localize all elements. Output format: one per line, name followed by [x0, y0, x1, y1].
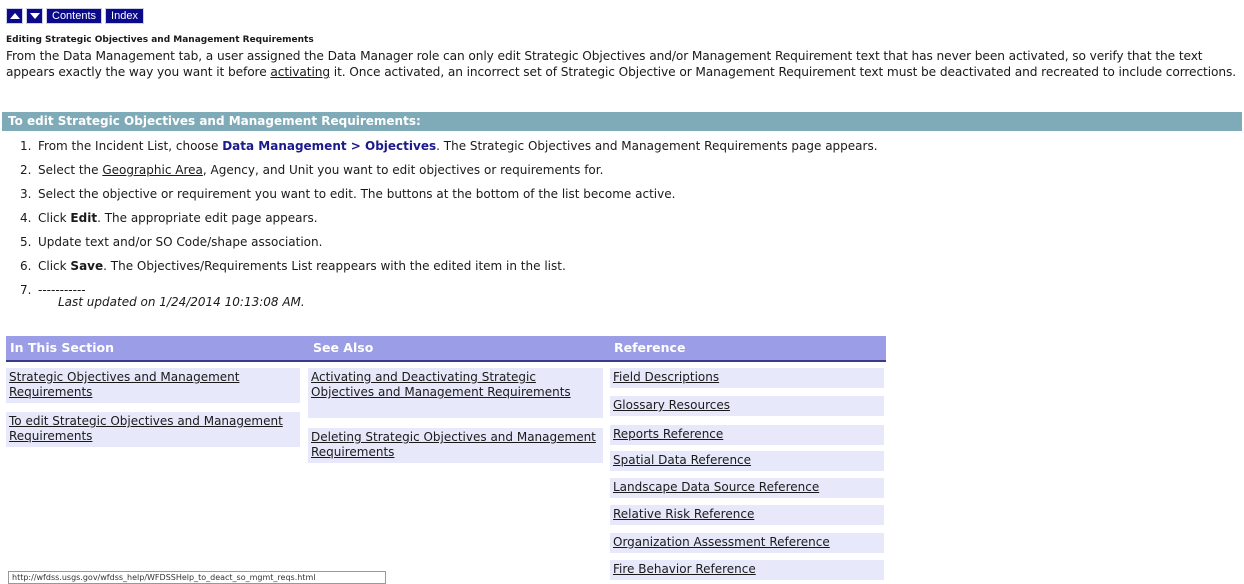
next-topic-button[interactable] [26, 8, 43, 24]
reference-link[interactable]: Relative Risk Reference [610, 505, 884, 525]
step-item: 3. Select the objective or requirement yo… [20, 185, 878, 209]
step-text: Update text and/or SO Code/shape associa… [38, 235, 323, 249]
page-heading: Editing Strategic Objectives and Managem… [6, 35, 314, 45]
reference-link[interactable]: Spatial Data Reference [610, 451, 884, 471]
triangle-down-icon [29, 13, 40, 19]
triangle-up-icon [9, 13, 20, 19]
see-also-link[interactable]: Activating and Deactivating Strategic Ob… [308, 368, 603, 418]
step-item: 2. Select the Geographic Area, Agency, an… [20, 161, 878, 185]
activating-link[interactable]: activating [270, 65, 330, 79]
step-text: . The Strategic Objectives and Managemen… [436, 139, 878, 153]
menu-path: Data Management > Objectives [222, 139, 437, 153]
step-text: . The Objectives/Requirements List reapp… [103, 259, 566, 273]
column-in-this-section: In This Section [10, 340, 115, 355]
step-number: 2. [20, 163, 32, 177]
edit-label: Edit [70, 211, 98, 225]
reference-link[interactable]: Field Descriptions [610, 368, 884, 388]
step-item: 5. Update text and/or SO Code/shape assoc… [20, 233, 878, 257]
save-label: Save [70, 259, 104, 273]
column-reference: Reference [614, 340, 686, 355]
related-topics-header: In This Section See Also Reference [6, 336, 886, 362]
step-item: 1. From the Incident List, choose Data Ma… [20, 137, 878, 161]
step-text: Select the objective or requirement you … [38, 187, 676, 201]
step-text: Click [38, 259, 71, 273]
step-item: 4. Click Edit. The appropriate edit page … [20, 209, 878, 233]
last-updated: Last updated on 1/24/2014 10:13:08 AM. [58, 295, 305, 309]
intro-paragraph: From the Data Management tab, a user ass… [6, 48, 1242, 80]
step-number: 6. [20, 259, 32, 273]
index-button[interactable]: Index [105, 8, 144, 24]
step-text: . The appropriate edit page appears. [97, 211, 318, 225]
column-see-also: See Also [313, 340, 374, 355]
procedure-title: To edit Strategic Objectives and Managem… [2, 112, 1242, 131]
steps-list: 1. From the Incident List, choose Data Ma… [20, 137, 878, 305]
nav-bar: Contents Index [6, 8, 144, 24]
section-link[interactable]: Strategic Objectives and Management Requ… [6, 368, 300, 403]
step-item: 6. Click Save. The Objectives/Requirement… [20, 257, 878, 281]
step-text: , Agency, and Unit you want to edit obje… [202, 163, 604, 177]
intro-text-end: it. Once activated, an incorrect set of … [330, 65, 1237, 80]
step-text: From the Incident List, choose [38, 139, 223, 153]
step-text: Click [38, 211, 71, 225]
reference-link[interactable]: Glossary Resources [610, 396, 884, 416]
step-number: 1. [20, 139, 32, 153]
step-number: 5. [20, 235, 32, 249]
status-bar-url: http://wfdss.usgs.gov/wfdss_help/WFDSSHe… [8, 571, 386, 584]
step-text: Select the [38, 163, 103, 177]
reference-link[interactable]: Reports Reference [610, 425, 884, 445]
reference-link[interactable]: Fire Behavior Reference [610, 560, 884, 580]
step-number: 7. [20, 283, 32, 297]
reference-link[interactable]: Organization Assessment Reference [610, 533, 884, 553]
section-link[interactable]: To edit Strategic Objectives and Managem… [6, 412, 300, 447]
step-number: 3. [20, 187, 32, 201]
geographic-area-link[interactable]: Geographic Area [102, 163, 203, 177]
previous-topic-button[interactable] [6, 8, 23, 24]
step-number: 4. [20, 211, 32, 225]
contents-button[interactable]: Contents [46, 8, 103, 24]
reference-link[interactable]: Landscape Data Source Reference [610, 478, 884, 498]
see-also-link[interactable]: Deleting Strategic Objectives and Manage… [308, 428, 603, 463]
